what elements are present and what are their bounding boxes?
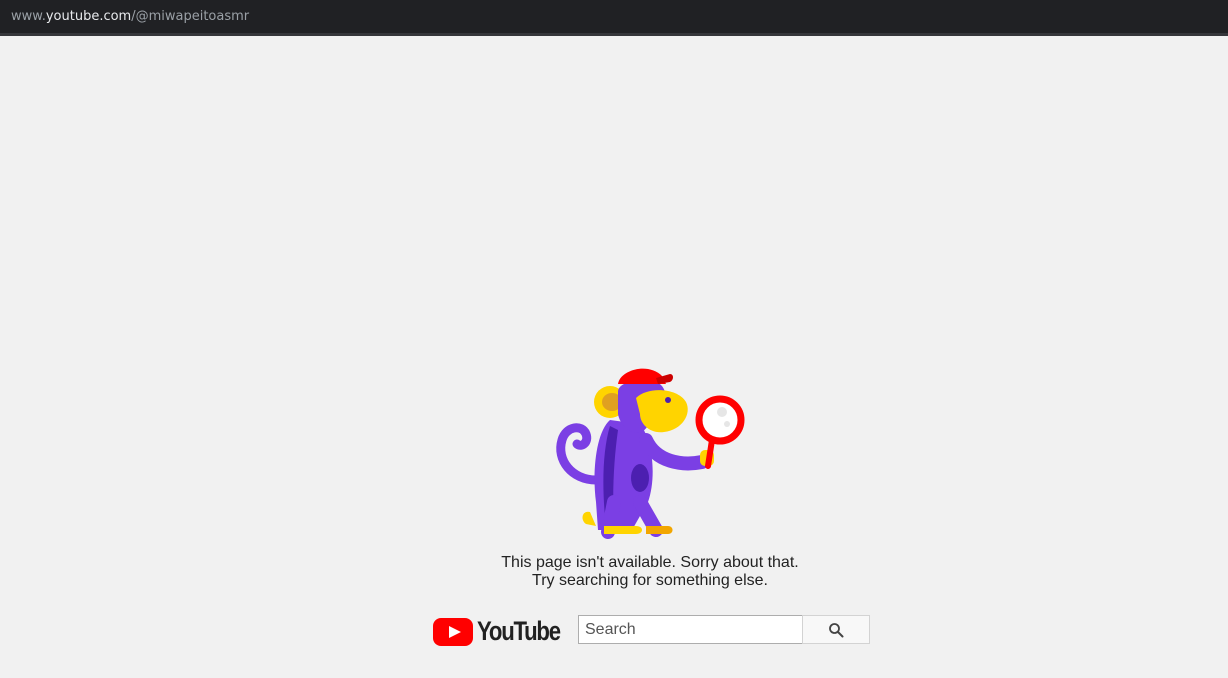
youtube-play-icon <box>433 618 473 646</box>
monkey-foot-front <box>646 526 673 534</box>
url-domain: youtube.com <box>45 9 132 24</box>
search-icon <box>829 622 844 637</box>
monkey-hand-back <box>582 511 596 526</box>
magnifier-glint-small <box>724 421 730 427</box>
url-path: /@miwapeitoasmr <box>131 9 250 24</box>
search-button[interactable] <box>802 615 870 644</box>
error-line-1: This page isn't available. Sorry about t… <box>501 554 799 571</box>
monkey-belly <box>631 464 649 492</box>
monkey-leg-front <box>633 495 663 537</box>
youtube-wordmark: YouTube <box>477 616 561 646</box>
monkey-illustration <box>556 368 745 539</box>
magnifier-glint <box>717 407 727 417</box>
monkey-arm <box>639 433 709 471</box>
search-input[interactable] <box>578 615 803 644</box>
url-prefix: www. <box>11 9 46 24</box>
monkey-foot-back <box>604 526 642 534</box>
address-url[interactable]: www.youtube.com/@miwapeitoasmr <box>11 9 249 25</box>
browser-address-bar[interactable]: www.youtube.com/@miwapeitoasmr <box>0 0 1228 36</box>
magnifier-ring <box>695 395 745 445</box>
error-message: This page isn't available. Sorry about t… <box>0 554 1228 590</box>
error-line-2: Try searching for something else. <box>532 572 768 589</box>
monkey-tail <box>556 423 601 485</box>
youtube-logo[interactable]: YouTube <box>433 616 561 646</box>
error-page: This page isn't available. Sorry about t… <box>0 36 1228 678</box>
monkey-eye <box>665 397 671 403</box>
magnifier-handle <box>705 437 715 469</box>
